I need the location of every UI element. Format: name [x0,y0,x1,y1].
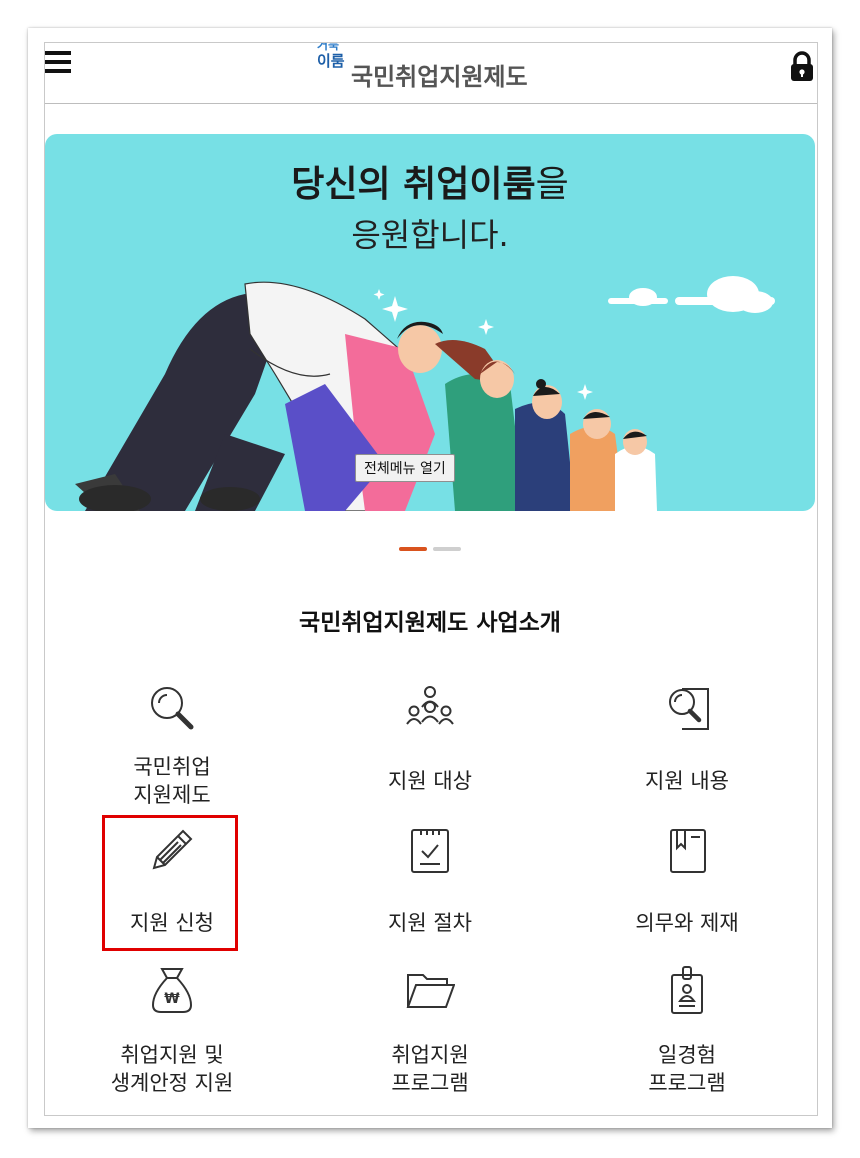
document-search-icon [662,683,712,733]
menu-item-label: 취업지원 프로그램 [391,1043,469,1095]
menu-tooltip: 전체메뉴 열기 [355,454,455,482]
menu-item-label: 지원 대상 [388,769,472,793]
checklist-icon [405,825,455,875]
people-icon [405,683,455,733]
menu-item-work-experience[interactable]: 일경험 프로그램 [567,965,807,1105]
menu-item-livelihood-support[interactable]: ₩ 취업지원 및 생계안정 지원 [52,965,292,1105]
carousel-dot-active[interactable] [399,547,427,551]
menu-item-label: 일경험 프로그램 [648,1043,726,1095]
folder-icon [405,965,456,1015]
section-title: 국민취업지원제도 사업소개 [299,610,561,636]
menu-item-program-intro[interactable]: 국민취업 지원제도 [52,683,292,813]
badge-icon [662,965,712,1015]
hero-banner[interactable]: 당신의 취업이룸을 응원합니다. 전체메뉴 열기 [45,134,815,511]
logo-mark-line-2: 이룸 [317,52,345,70]
carousel-dot[interactable] [433,547,461,551]
logo-text: 국민취업지원제도 [351,63,528,91]
svg-text:₩: ₩ [164,991,180,1007]
lock-icon[interactable] [789,51,815,83]
search-icon [147,683,197,733]
menu-item-employment-program[interactable]: 취업지원 프로그램 [310,965,550,1105]
hamburger-icon[interactable] [45,51,71,75]
carousel-indicator [45,536,815,551]
menu-item-obligations[interactable]: 의무와 제재 [567,825,807,955]
top-header: 거북 이룸 국민취업지원제도 [45,43,817,104]
menu-item-label: 취업지원 및 생계안정 지원 [110,1043,234,1095]
menu-item-support-content[interactable]: 지원 내용 [567,683,807,813]
page-content: 거북 이룸 국민취업지원제도 당신의 취업이룸을 응원합니다. 전체메뉴 열기 … [44,42,818,1116]
phone-frame: 거북 이룸 국민취업지원제도 당신의 취업이룸을 응원합니다. 전체메뉴 열기 … [28,28,832,1128]
highlight-box [102,815,238,951]
site-logo[interactable]: 거북 이룸 국민취업지원제도 [309,43,569,97]
logo-mark: 거북 이룸 [317,43,345,70]
menu-item-procedure[interactable]: 지원 절차 [310,825,550,955]
menu-item-eligibility[interactable]: 지원 대상 [310,683,550,813]
book-icon [662,825,712,875]
menu-item-label: 의무와 제재 [635,911,739,935]
menu-item-label: 지원 내용 [645,769,729,793]
menu-item-label: 국민취업 지원제도 [133,755,211,807]
money-bag-icon: ₩ [147,965,197,1015]
menu-item-label: 지원 절차 [388,911,472,935]
